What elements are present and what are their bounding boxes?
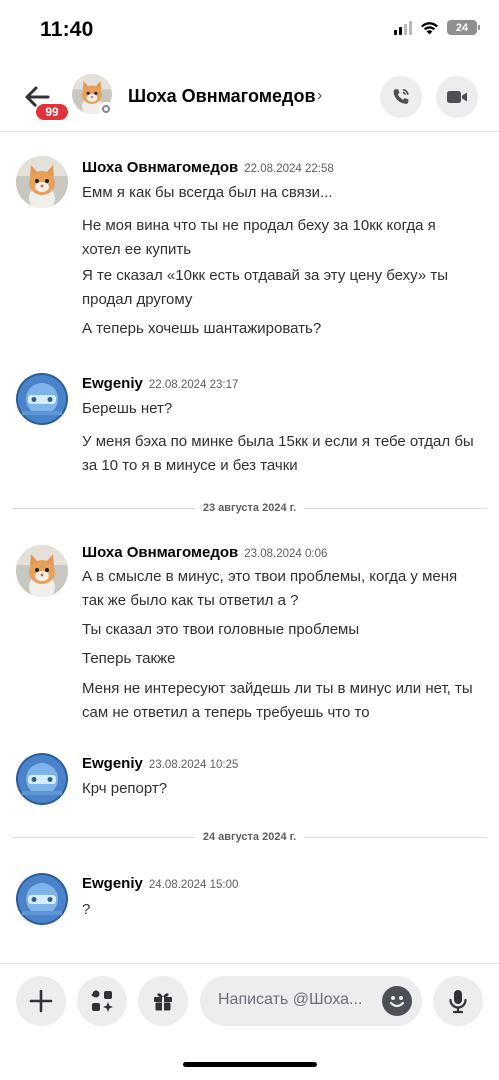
date-divider: 24 августа 2024 г.: [12, 829, 487, 845]
message-text: У меня бэха по минке была 15кк и если я …: [82, 433, 474, 474]
date-divider-label: 24 августа 2024 г.: [202, 831, 297, 843]
status-icons: 24: [394, 20, 480, 35]
message-input[interactable]: Написать @Шоха...: [200, 976, 422, 1026]
status-bar: 11:40 24: [0, 0, 499, 62]
plus-icon: [29, 989, 53, 1013]
message-timestamp: 24.08.2024 15:00: [148, 879, 239, 891]
date-divider: 23 августа 2024 г.: [12, 500, 487, 516]
attach-button[interactable]: [16, 976, 66, 1026]
message-text: ?: [82, 901, 91, 918]
phone-icon: [393, 88, 409, 104]
signal-icon: [394, 20, 412, 35]
wifi-icon: [421, 21, 438, 34]
author-name-text: Ewgeniy: [82, 755, 143, 772]
message-text: А в смысле в минус, это твои проблемы, к…: [82, 568, 458, 609]
battery-level: 24: [455, 21, 469, 34]
message-text: Меня не интересуют зайдешь ли ты в минус…: [82, 680, 473, 721]
author-name[interactable]: Ewgeniy 23.08.2024 10:25: [82, 755, 238, 772]
author-avatar[interactable]: [16, 545, 68, 597]
author-name-text: Ewgeniy: [82, 875, 143, 892]
emoji-icon[interactable]: [382, 986, 412, 1016]
author-name-text: Шоха Овнмагомедов: [82, 544, 239, 561]
author-avatar[interactable]: [16, 373, 68, 425]
gift-button[interactable]: [138, 976, 188, 1026]
author-name[interactable]: Ewgeniy 22.08.2024 23:17: [82, 375, 238, 392]
video-camera-icon: [447, 91, 467, 103]
message-timestamp: 23.08.2024 10:25: [148, 759, 239, 771]
contact-name[interactable]: Шоха Овнмагомедов: [128, 86, 316, 107]
message-text: Не моя вина что ты не продал беху за 10к…: [82, 217, 436, 258]
message-timestamp: 23.08.2024 0:06: [244, 548, 328, 560]
chevron-right-icon[interactable]: ›: [317, 87, 322, 105]
message-composer: Написать @Шоха...: [0, 963, 499, 1038]
author-avatar[interactable]: [16, 156, 68, 208]
message-text: А теперь хочешь шантажировать?: [82, 320, 322, 337]
unread-badge: 99: [34, 102, 70, 122]
message-text: Емм я как бы всегда был на связи...: [82, 184, 333, 201]
microphone-icon: [449, 990, 467, 1014]
message-text: Теперь также: [82, 650, 176, 667]
status-indicator: [99, 102, 113, 116]
video-call-button[interactable]: [436, 76, 478, 118]
home-indicator: [183, 1062, 317, 1067]
message-timestamp: 22.08.2024 22:58: [244, 163, 334, 175]
chat-header: 99 Шоха Овнмагомедов ›: [0, 62, 499, 132]
author-name-text: Ewgeniy: [82, 375, 143, 392]
status-time: 11:40: [40, 18, 94, 41]
voice-call-button[interactable]: [380, 76, 422, 118]
gift-icon: [154, 993, 172, 1011]
apps-icon: [91, 990, 113, 1012]
author-avatar[interactable]: [16, 753, 68, 805]
message-input-placeholder: Написать @Шоха...: [218, 991, 363, 1008]
message-text: Я те сказал «10кк есть отдавай за эту це…: [82, 267, 448, 308]
voice-message-button[interactable]: [433, 976, 483, 1026]
apps-button[interactable]: [77, 976, 127, 1026]
author-avatar[interactable]: [16, 873, 68, 925]
author-name-text: Шоха Овнмагомедов: [82, 159, 239, 176]
author-name[interactable]: Шоха Овнмагомедов 23.08.2024 0:06: [82, 544, 327, 561]
message-text: Берешь нет?: [82, 400, 173, 417]
date-divider-label: 23 августа 2024 г.: [202, 502, 297, 514]
message-timestamp: 22.08.2024 23:17: [148, 379, 239, 391]
author-name[interactable]: Шоха Овнмагомедов 22.08.2024 22:58: [82, 159, 334, 176]
author-name[interactable]: Ewgeniy 24.08.2024 15:00: [82, 875, 238, 892]
message-text: Ты сказал это твои головные проблемы: [82, 621, 360, 638]
message-text: Крч репорт?: [82, 780, 168, 797]
battery-icon: 24: [447, 20, 480, 35]
